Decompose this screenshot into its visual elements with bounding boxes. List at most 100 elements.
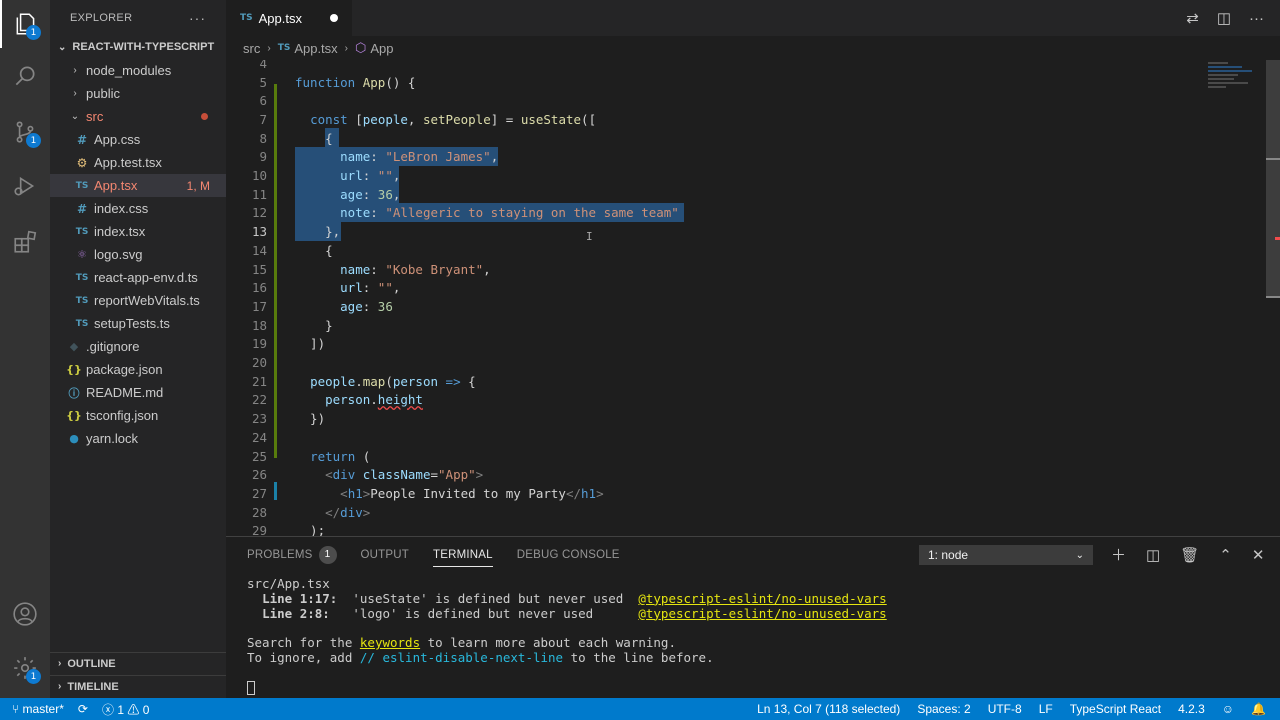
scm-badge: 1 — [26, 133, 41, 148]
search-icon[interactable] — [0, 52, 50, 100]
branch-item[interactable]: ⑂ master* — [12, 702, 64, 716]
tree-file[interactable]: ⚙ App.test.tsx — [50, 151, 226, 174]
feedback-icon[interactable]: ☺ — [1222, 702, 1234, 716]
ts-version[interactable]: 4.2.3 — [1178, 702, 1205, 716]
encoding[interactable]: UTF-8 — [988, 702, 1022, 716]
code-line[interactable]: 12 note: "Allegeric to staying on the sa… — [226, 204, 1206, 223]
minimap[interactable] — [1206, 60, 1266, 536]
account-icon[interactable] — [0, 590, 50, 638]
code-line[interactable]: 27 <h1>People Invited to my Party</h1> — [226, 484, 1206, 503]
tree-file[interactable]: # index.css — [50, 197, 226, 220]
tree-folder[interactable]: ⌄ src — [50, 105, 226, 128]
tree-file[interactable]: TS react-app-env.d.ts — [50, 266, 226, 289]
line-number: 23 — [251, 411, 267, 427]
maximize-panel-icon[interactable]: ⌃ — [1219, 546, 1232, 564]
end-of-line[interactable]: LF — [1039, 702, 1053, 716]
bell-icon[interactable]: 🔔 — [1251, 702, 1266, 716]
tab-problems[interactable]: PROBLEMS 1 — [247, 537, 337, 572]
code-line[interactable]: 18 } — [226, 316, 1206, 335]
code-line[interactable]: 10 url: "", — [226, 166, 1206, 185]
new-terminal-icon[interactable]: ＋ — [1111, 544, 1126, 565]
tab-terminal[interactable]: TERMINAL — [433, 537, 493, 572]
code-line[interactable]: 14 { — [226, 241, 1206, 260]
close-icon[interactable]: ✕ — [1252, 546, 1265, 564]
cursor-position[interactable]: Ln 13, Col 7 (118 selected) — [757, 702, 900, 716]
code-line[interactable]: 4 — [226, 60, 1206, 73]
code-line[interactable]: 23 }) — [226, 409, 1206, 428]
more-actions-icon[interactable]: ··· — [189, 10, 206, 26]
problems-item[interactable]: ⓧ 1 ⚠ 0 — [102, 701, 149, 718]
warning-count: 0 — [142, 702, 150, 717]
tree-folder[interactable]: › public — [50, 82, 226, 105]
indentation[interactable]: Spaces: 2 — [917, 702, 970, 716]
source-control-icon[interactable]: 1 — [0, 108, 50, 156]
code-line[interactable]: 22 person.height — [226, 391, 1206, 410]
split-editor-icon[interactable]: ◫ — [1217, 9, 1231, 27]
code-line[interactable]: 25 return ( — [226, 447, 1206, 466]
css-file-icon: # — [76, 201, 88, 216]
code-line[interactable]: 20 — [226, 353, 1206, 372]
breadcrumb-symbol[interactable]: App — [370, 41, 393, 56]
extensions-icon[interactable] — [0, 218, 50, 266]
trash-icon[interactable]: 🗑 — [1180, 546, 1199, 564]
tree-item-label: public — [86, 86, 120, 101]
tree-file[interactable]: TS App.tsx 1, M — [50, 174, 226, 197]
tab-debug-console[interactable]: DEBUG CONSOLE — [517, 537, 620, 572]
code-line[interactable]: 24 — [226, 428, 1206, 447]
language-mode[interactable]: TypeScript React — [1070, 702, 1161, 716]
editor-scrollbar[interactable] — [1266, 60, 1280, 536]
tree-item-label: yarn.lock — [86, 431, 139, 446]
tree-file[interactable]: {} tsconfig.json — [50, 404, 226, 427]
code-line[interactable]: 15 name: "Kobe Bryant", — [226, 260, 1206, 279]
tree-folder[interactable]: › node_modules — [50, 59, 226, 82]
terminal-output[interactable]: src/App.tsx Line 1:17: 'useState' is def… — [247, 576, 887, 696]
code-line[interactable]: 19 ]) — [226, 335, 1206, 354]
tree-item-label: setupTests.ts — [94, 316, 170, 331]
line-number: 10 — [251, 168, 267, 184]
code-line[interactable]: 16 url: "", — [226, 278, 1206, 297]
terminal-select[interactable]: 1: node ⌄ — [919, 545, 1093, 565]
editor-tab-bar: TS App.tsx ⇄ ◫ ··· — [226, 0, 1280, 36]
code-text: ); — [295, 523, 326, 536]
sync-icon[interactable]: ⟳ — [78, 702, 88, 716]
tree-file[interactable]: TS setupTests.ts — [50, 312, 226, 335]
breadcrumb-file[interactable]: App.tsx — [294, 41, 337, 56]
run-debug-icon[interactable] — [0, 162, 50, 210]
timeline-section[interactable]: › TIMELINE — [50, 675, 226, 697]
code-line[interactable]: 6 — [226, 91, 1206, 110]
tree-file[interactable]: ⓘ README.md — [50, 381, 226, 404]
tree-file[interactable]: # App.css — [50, 128, 226, 151]
unsaved-dot-icon[interactable] — [330, 14, 338, 22]
outline-section[interactable]: › OUTLINE — [50, 652, 226, 674]
code-line[interactable]: 7 const [people, setPeople] = useState([ — [226, 110, 1206, 129]
more-actions-icon[interactable]: ··· — [1249, 10, 1264, 27]
tree-file[interactable]: ⚛ logo.svg — [50, 243, 226, 266]
split-terminal-icon[interactable]: ◫ — [1146, 546, 1160, 564]
tab-output[interactable]: OUTPUT — [361, 537, 409, 572]
tab-app-tsx[interactable]: TS App.tsx — [226, 0, 352, 36]
tree-file[interactable]: ◆ .gitignore — [50, 335, 226, 358]
project-folder-header[interactable]: ⌄ REACT-WITH-TYPESCRIPT — [50, 35, 226, 59]
code-editor[interactable]: I 4 5 function App() {6 7 const [people, se… — [226, 60, 1206, 536]
tree-file[interactable]: TS index.tsx — [50, 220, 226, 243]
scrollbar-thumb[interactable] — [1266, 60, 1280, 298]
code-line[interactable]: 13 }, — [226, 222, 1206, 241]
code-line[interactable]: 9 name: "LeBron James", — [226, 148, 1206, 167]
explorer-icon[interactable]: 1 — [0, 0, 50, 48]
tree-file[interactable]: {} package.json — [50, 358, 226, 381]
code-line[interactable]: 5 function App() { — [226, 73, 1206, 92]
settings-gear-icon[interactable]: 1 — [0, 644, 50, 692]
tree-file[interactable]: TS reportWebVitals.ts — [50, 289, 226, 312]
code-line[interactable]: 17 age: 36 — [226, 297, 1206, 316]
code-line[interactable]: 26 <div className="App"> — [226, 465, 1206, 484]
code-line[interactable]: 8 { — [226, 129, 1206, 148]
code-line[interactable]: 21 people.map(person => { — [226, 372, 1206, 391]
code-line[interactable]: 28 </div> — [226, 503, 1206, 522]
code-text: note: "Allegeric to staying on the same … — [340, 205, 679, 221]
open-changes-icon[interactable]: ⇄ — [1186, 9, 1199, 27]
code-line[interactable]: 11 age: 36, — [226, 185, 1206, 204]
breadcrumb-folder[interactable]: src — [243, 41, 260, 56]
tree-file[interactable]: ● yarn.lock — [50, 427, 226, 450]
code-line[interactable]: 29 ); — [226, 522, 1206, 536]
code-text: <h1>People Invited to my Party</h1> — [340, 485, 604, 501]
